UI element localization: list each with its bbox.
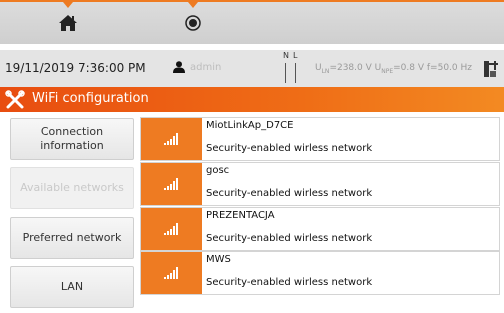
active-marker (188, 2, 198, 8)
datetime-label: 19/11/2019 7:36:00 PM (5, 61, 146, 75)
title-bar: WiFi configuration (0, 87, 504, 112)
status-bar: 19/11/2019 7:36:00 PM admin N L ULN=238.… (0, 50, 504, 87)
network-security: Security-enabled wirless network (206, 233, 373, 244)
tools-icon (5, 90, 25, 109)
username-label: admin (190, 62, 222, 73)
neutral-bar (285, 63, 286, 83)
line-bar (295, 63, 296, 83)
line-label: L (293, 51, 298, 60)
neutral-label: N (283, 51, 289, 60)
signal-cell (141, 118, 202, 160)
wifi-signal-icon (163, 133, 178, 145)
measurement-readout: ULN=238.0 V UNPE=0.8 V f=50.0 Hz (315, 63, 472, 75)
signal-cell (141, 163, 202, 205)
lan-button[interactable]: LAN (10, 266, 134, 308)
page-title: WiFi configuration (32, 91, 149, 106)
network-ssid: MiotLinkAp_D7CE (206, 120, 294, 131)
connection-information-button[interactable]: Connection information (10, 118, 134, 160)
record-icon (185, 15, 201, 31)
phase-indicator: N L (281, 51, 305, 85)
network-security: Security-enabled wirless network (206, 188, 373, 199)
wifi-signal-icon (163, 178, 178, 190)
network-ssid: gosc (206, 165, 230, 176)
signal-cell (141, 252, 202, 294)
wifi-signal-icon (163, 223, 178, 235)
network-security: Security-enabled wirless network (206, 277, 373, 288)
home-button[interactable] (39, 2, 97, 44)
record-button[interactable] (164, 2, 222, 44)
network-list-item[interactable]: MWS Security-enabled wirless network (140, 251, 500, 295)
top-toolbar (0, 0, 504, 44)
available-networks-button: Available networks (10, 167, 134, 209)
user-icon (173, 61, 185, 73)
active-marker (63, 2, 73, 8)
network-list-item[interactable]: gosc Security-enabled wirless network (140, 162, 500, 206)
plug-icon (484, 61, 498, 77)
network-ssid: PREZENTACJA (206, 210, 275, 221)
preferred-network-button[interactable]: Preferred network (10, 217, 134, 259)
signal-cell (141, 208, 202, 250)
network-list-item[interactable]: PREZENTACJA Security-enabled wirless net… (140, 207, 500, 251)
wifi-signal-icon (163, 267, 178, 279)
network-list-item[interactable]: MiotLinkAp_D7CE Security-enabled wirless… (140, 117, 500, 161)
home-icon (59, 15, 77, 31)
network-ssid: MWS (206, 254, 231, 265)
network-security: Security-enabled wirless network (206, 143, 373, 154)
